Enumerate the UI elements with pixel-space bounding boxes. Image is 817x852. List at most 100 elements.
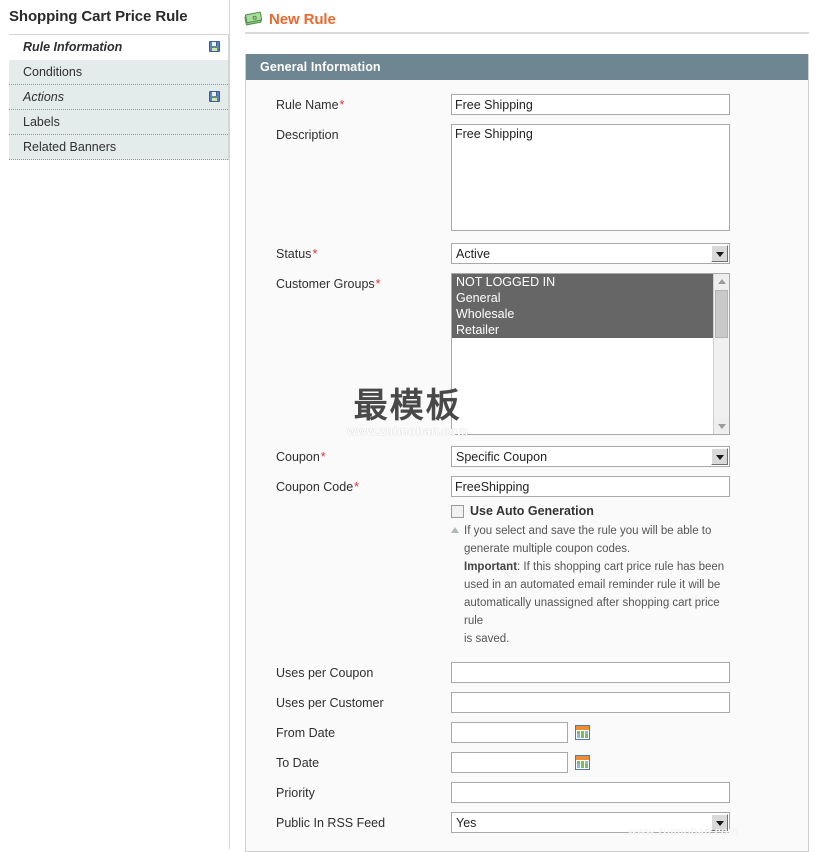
label-coupon: Coupon* <box>246 446 451 465</box>
sidebar-item-label: Actions <box>23 90 64 104</box>
label-from-date: From Date <box>246 722 451 741</box>
calendar-icon[interactable] <box>575 755 590 770</box>
field-uses-per-coupon <box>451 662 808 683</box>
sidebar-item-label: Rule Information <box>23 40 123 54</box>
form-row-from-date: From Date <box>246 722 808 743</box>
list-item[interactable]: NOT LOGGED IN <box>452 274 713 290</box>
list-item[interactable]: Wholesale <box>452 306 713 322</box>
field-priority <box>451 782 808 803</box>
field-coupon-code <box>451 476 808 497</box>
note-line-4: used in an automated email reminder rule… <box>464 579 721 591</box>
calendar-icon[interactable] <box>575 725 590 740</box>
note-line-1: If you select and save the rule you will… <box>464 525 712 537</box>
label-rule-name: Rule Name* <box>246 94 451 113</box>
required-marker: * <box>312 247 318 261</box>
label-auto-generation-spacer <box>246 504 451 508</box>
public-rss-select[interactable]: Yes <box>451 812 730 833</box>
sidebar: Shopping Cart Price Rule Rule Informatio… <box>0 0 230 849</box>
required-marker: * <box>375 277 381 291</box>
uses-per-customer-input[interactable] <box>451 692 730 713</box>
sidebar-item-rule-information[interactable]: Rule Information <box>9 35 228 60</box>
note-triangle-icon <box>451 527 459 533</box>
coupon-select[interactable]: Specific Coupon <box>451 446 730 467</box>
use-auto-generation-label: Use Auto Generation <box>470 504 594 518</box>
sidebar-item-conditions[interactable]: Conditions <box>9 60 228 85</box>
status-select[interactable]: Active <box>451 243 730 264</box>
label-coupon-code: Coupon Code* <box>246 476 451 495</box>
form-row-coupon: Coupon* Specific Coupon <box>246 446 808 467</box>
label-text: From Date <box>276 726 336 740</box>
chevron-down-icon[interactable] <box>711 245 728 262</box>
label-text: Customer Groups <box>276 277 375 291</box>
note-line-2: generate multiple coupon codes. <box>464 543 631 555</box>
label-text: Rule Name <box>276 98 339 112</box>
priority-input[interactable] <box>451 782 730 803</box>
description-textarea[interactable]: Free Shipping <box>451 124 730 231</box>
label-uses-per-coupon: Uses per Coupon <box>246 662 451 681</box>
label-priority: Priority <box>246 782 451 801</box>
field-uses-per-customer <box>451 692 808 713</box>
sidebar-item-actions[interactable]: Actions <box>9 85 228 110</box>
use-auto-generation-checkbox[interactable] <box>451 504 464 518</box>
uses-per-coupon-input[interactable] <box>451 662 730 683</box>
save-floppy-icon[interactable] <box>209 91 220 102</box>
label-public-rss: Public In RSS Feed <box>246 812 451 831</box>
sidebar-item-label: Conditions <box>23 65 83 79</box>
field-coupon: Specific Coupon <box>451 446 808 467</box>
panel-body: Rule Name* Description Free Shipping <box>246 80 808 851</box>
label-text: Status <box>276 247 312 261</box>
auto-generation-checkbox-row[interactable]: Use Auto Generation <box>451 504 808 518</box>
save-floppy-icon[interactable] <box>209 41 220 52</box>
customer-groups-option-list: NOT LOGGED IN General Wholesale Retailer <box>452 274 713 434</box>
label-customer-groups: Customer Groups* <box>246 273 451 292</box>
form-row-to-date: To Date <box>246 752 808 773</box>
field-description: Free Shipping <box>451 124 808 234</box>
form-row-public-rss: Public In RSS Feed Yes <box>246 812 808 833</box>
label-text: Uses per Coupon <box>276 666 374 680</box>
form-row-status: Status* Active <box>246 243 808 264</box>
coupon-code-input[interactable] <box>451 476 730 497</box>
sidebar-item-label: Labels <box>23 115 60 129</box>
form-row-rule-name: Rule Name* <box>246 94 808 115</box>
form-row-uses-per-customer: Uses per Customer <box>246 692 808 713</box>
list-item[interactable]: General <box>452 290 713 306</box>
sidebar-item-label: Related Banners <box>23 140 117 154</box>
sidebar-item-labels[interactable]: Labels <box>9 110 228 135</box>
money-banknote-icon <box>244 10 263 27</box>
label-to-date: To Date <box>246 752 451 771</box>
form-row-description: Description Free Shipping <box>246 124 808 234</box>
rule-name-input[interactable] <box>451 94 730 115</box>
to-date-input[interactable] <box>451 752 568 773</box>
label-text: Coupon Code <box>276 480 354 494</box>
field-public-rss: Yes <box>451 812 808 833</box>
label-uses-per-customer: Uses per Customer <box>246 692 451 711</box>
required-marker: * <box>339 98 345 112</box>
form-row-customer-groups: Customer Groups* NOT LOGGED IN General W… <box>246 273 808 435</box>
chevron-down-icon[interactable] <box>711 448 728 465</box>
scroll-down-arrow-icon[interactable] <box>714 418 729 434</box>
page-title: New Rule <box>269 10 336 28</box>
note-important-rest: : If this shopping cart price rule has b… <box>517 561 725 573</box>
header-divider <box>245 32 809 34</box>
field-rule-name <box>451 94 808 115</box>
scrollbar-thumb[interactable] <box>715 290 728 338</box>
note-line-5: automatically unassigned after shopping … <box>464 597 720 627</box>
note-important-label: Important <box>464 561 518 573</box>
multiselect-scrollbar[interactable] <box>713 274 729 434</box>
list-item[interactable]: Retailer <box>452 322 713 338</box>
required-marker: * <box>354 480 360 494</box>
field-status: Active <box>451 243 808 264</box>
public-rss-select-value: Yes <box>456 815 477 830</box>
sidebar-item-related-banners[interactable]: Related Banners <box>9 135 228 160</box>
note-line-6: is saved. <box>464 633 510 645</box>
form-row-priority: Priority <box>246 782 808 803</box>
customer-groups-multiselect[interactable]: NOT LOGGED IN General Wholesale Retailer <box>451 273 730 435</box>
page-header: New Rule <box>231 0 817 30</box>
scroll-up-arrow-icon[interactable] <box>714 274 729 290</box>
from-date-input[interactable] <box>451 722 568 743</box>
chevron-down-icon[interactable] <box>711 814 728 831</box>
main-content: New Rule General Information Rule Name* <box>231 0 817 852</box>
label-text: Coupon <box>276 450 320 464</box>
label-description: Description <box>246 124 451 143</box>
label-text: Public In RSS Feed <box>276 816 386 830</box>
